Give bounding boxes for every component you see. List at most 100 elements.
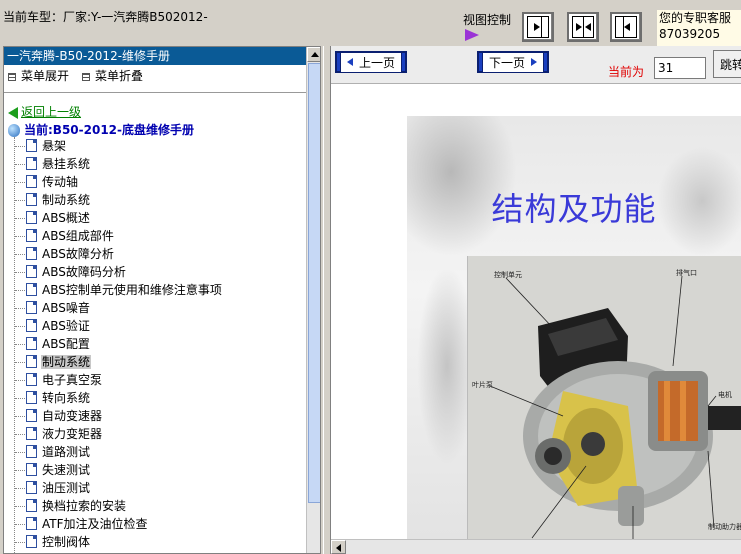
- current-page-label: 当前为: [608, 65, 645, 79]
- tree-item-label: 制动系统: [42, 193, 91, 207]
- tree-item[interactable]: ABS控制单元使用和维修注意事项: [4, 281, 306, 299]
- tree-item[interactable]: 油压测试: [4, 479, 306, 497]
- tree-item[interactable]: 控制阀体: [4, 533, 306, 551]
- panel-left-icon: [615, 16, 637, 38]
- prev-page-label: 上一页: [358, 55, 395, 70]
- label-motor: 电机: [718, 391, 732, 399]
- page-heading: 结构及功能: [491, 190, 657, 228]
- tree-item[interactable]: ABS组成部件: [4, 227, 306, 245]
- tree-item[interactable]: ABS配置: [4, 335, 306, 353]
- tree-item-label: ABS验证: [42, 319, 90, 333]
- tree-item[interactable]: 电子真空泵: [4, 371, 306, 389]
- label-control-unit: 控制单元: [494, 271, 522, 279]
- tree-item[interactable]: 自动变速器: [4, 407, 306, 425]
- view-expand-left-button[interactable]: [610, 12, 642, 42]
- scroll-up-button[interactable]: [307, 47, 320, 62]
- tree-item-label: 液力变矩器: [42, 427, 103, 441]
- navigation-pane: 一汽奔腾-B50-2012-维修手册 菜单展开 菜单折叠 返回上一级 当前:B5…: [3, 46, 321, 554]
- collapse-icon: [82, 72, 90, 81]
- tree-item-label: ABS控制单元使用和维修注意事项: [42, 283, 222, 297]
- jump-button[interactable]: 跳转: [713, 50, 741, 78]
- prev-arrow-icon: [346, 58, 353, 66]
- view-expand-right-button[interactable]: [522, 12, 554, 42]
- label-exhaust: 排气口: [676, 269, 697, 277]
- view-control-arrow-icon: [465, 29, 479, 41]
- customer-service-box: 您的专职客服 87039205: [657, 10, 741, 46]
- tree-item-label: ABS故障分析: [42, 247, 114, 261]
- document-icon: [26, 391, 37, 404]
- current-page-input[interactable]: [654, 57, 706, 79]
- scroll-thumb[interactable]: [308, 63, 320, 503]
- tree-item[interactable]: 液力变矩器: [4, 425, 306, 443]
- document-viewer: 上一页 下一页 当前为 跳转 结构及功能: [331, 46, 741, 554]
- panel-right-icon: [527, 16, 549, 38]
- tree-item-label: 自动变速器: [42, 409, 103, 423]
- tree-item[interactable]: 换档拉索的安装: [4, 497, 306, 515]
- document-icon: [26, 499, 37, 512]
- tree-item[interactable]: 失速测试: [4, 461, 306, 479]
- prev-page-button[interactable]: 上一页: [335, 51, 407, 73]
- scroll-left-button[interactable]: [331, 540, 346, 554]
- tree-item-label: 传动轴: [42, 175, 79, 189]
- document-icon: [26, 175, 37, 188]
- tree-item-label: ABS组成部件: [42, 229, 114, 243]
- back-link-label: 返回上一级: [21, 105, 82, 119]
- document-icon: [26, 247, 37, 260]
- tree-item-label: 制动系统: [41, 355, 92, 369]
- next-page-button[interactable]: 下一页: [477, 51, 549, 73]
- document-icon: [26, 535, 37, 548]
- service-phone: 87039205: [659, 27, 721, 41]
- document-icon: [26, 301, 37, 314]
- document-icon: [26, 283, 37, 296]
- tree-item-label: ATF加注及油位检查: [42, 517, 148, 531]
- view-control-label: 视图控制: [463, 13, 512, 27]
- tree-item-label: ABS噪音: [42, 301, 90, 315]
- tree-item-label: 电子真空泵: [42, 373, 103, 387]
- tree-item[interactable]: 传动轴: [4, 173, 306, 191]
- document-icon: [26, 355, 37, 368]
- tree-item[interactable]: ABS故障码分析: [4, 263, 306, 281]
- expand-all-button[interactable]: 菜单展开: [8, 67, 69, 85]
- globe-icon: [8, 124, 20, 137]
- pump-illustration: [468, 256, 741, 552]
- label-brake-booster: 制动助力器: [708, 523, 741, 531]
- tree-item-label: 换档拉索的安装: [42, 499, 127, 513]
- tree-item[interactable]: 道路测试: [4, 443, 306, 461]
- document-icon: [26, 463, 37, 476]
- vertical-scrollbar[interactable]: [306, 47, 320, 553]
- tree-item[interactable]: 悬架: [4, 137, 306, 155]
- tree-item[interactable]: ATF加注及油位检查: [4, 515, 306, 533]
- view-split-button[interactable]: [567, 12, 599, 42]
- document-icon: [26, 265, 37, 278]
- tree-item[interactable]: 制动系统: [4, 191, 306, 209]
- document-icon: [26, 229, 37, 242]
- back-link[interactable]: 返回上一级: [8, 103, 81, 120]
- current-section-label: 当前:B50-2012-底盘维修手册: [24, 123, 195, 137]
- tree-item[interactable]: 制动系统: [4, 353, 306, 371]
- panel-split-icon: [572, 16, 594, 38]
- collapse-all-label: 菜单折叠: [95, 69, 144, 83]
- tree-item-label: 控制阀体: [42, 535, 91, 549]
- tree-item[interactable]: ABS噪音: [4, 299, 306, 317]
- page-navigation-bar: 上一页 下一页 当前为 跳转: [331, 46, 741, 84]
- tree-item[interactable]: ABS验证: [4, 317, 306, 335]
- document-icon: [26, 211, 37, 224]
- manual-title: 一汽奔腾-B50-2012-维修手册: [4, 47, 306, 65]
- tree-item-label: 转向系统: [42, 391, 91, 405]
- tree-item[interactable]: 悬挂系统: [4, 155, 306, 173]
- document-icon: [26, 193, 37, 206]
- tree-item[interactable]: 转向系统: [4, 389, 306, 407]
- pane-splitter[interactable]: [323, 46, 331, 554]
- tree-item[interactable]: ABS概述: [4, 209, 306, 227]
- tree-item-label: ABS故障码分析: [42, 265, 126, 279]
- document-icon: [26, 427, 37, 440]
- tree-item[interactable]: ABS故障分析: [4, 245, 306, 263]
- current-car-model: 当前车型：厂家:Y-一汽奔腾B502012-: [3, 10, 208, 24]
- current-section: 当前:B50-2012-底盘维修手册: [8, 121, 194, 138]
- collapse-all-button[interactable]: 菜单折叠: [82, 67, 143, 85]
- menu-toggle-row: 菜单展开 菜单折叠: [4, 67, 306, 85]
- tree-item-label: 油压测试: [42, 481, 91, 495]
- horizontal-scrollbar[interactable]: [331, 539, 741, 554]
- document-icon: [26, 481, 37, 494]
- tree-item-label: 悬挂系统: [42, 157, 91, 171]
